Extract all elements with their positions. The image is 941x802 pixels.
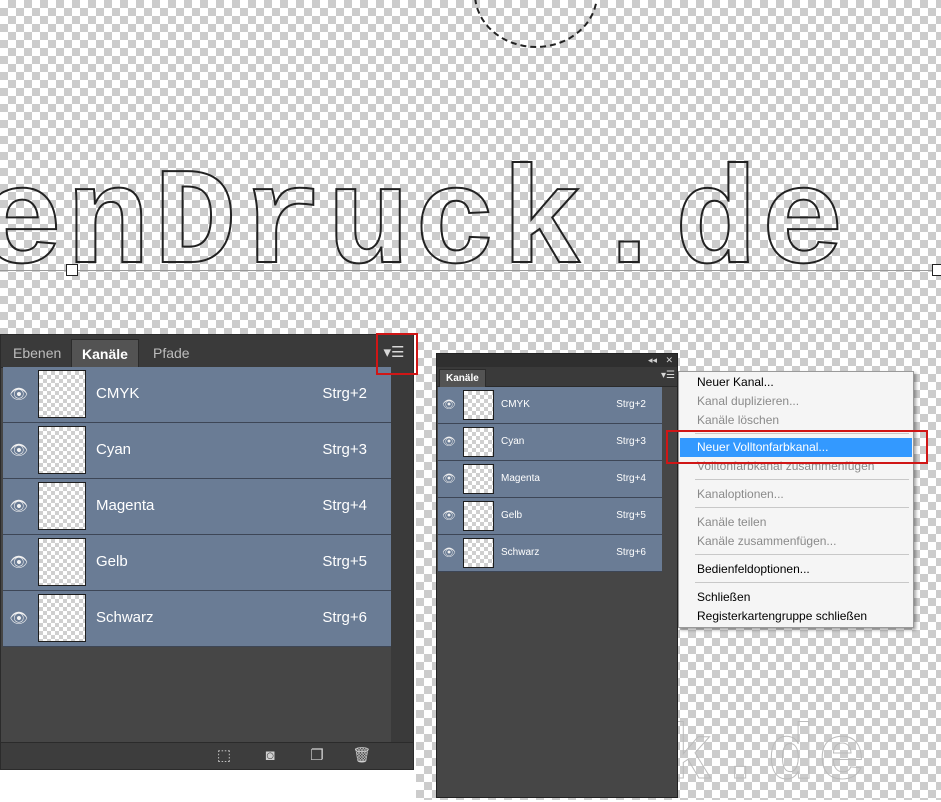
eye-icon[interactable]: 👁 (9, 553, 29, 573)
channel-row-magenta[interactable]: 👁 Magenta Strg+4 (3, 479, 391, 535)
menu-item-registerkartengruppe-schliessen[interactable]: Registerkartengruppe schließen (680, 607, 912, 626)
tab-pfade[interactable]: Pfade (143, 339, 200, 367)
channel-thumbnail (38, 594, 86, 642)
channels-panel-large: Ebenen Kanäle Pfade ▾☰ 👁 CMYK Strg+2 👁 C… (0, 334, 414, 770)
channel-name: Schwarz (501, 547, 540, 558)
new-channel-icon[interactable]: ❐ (306, 746, 328, 766)
panel-menu-icon-small[interactable]: ▾☰ (661, 370, 675, 381)
channel-thumbnail (463, 501, 494, 531)
channel-name: CMYK (501, 399, 530, 410)
transform-handle[interactable] (932, 264, 941, 276)
channel-name: Gelb (501, 510, 523, 521)
panel-bottom-toolbar: ⬚ ◙ ❐ 🗑 (1, 742, 413, 769)
close-icon[interactable]: ✕ (665, 354, 673, 367)
text-selection-outline: enDruck.de (0, 147, 849, 305)
channel-shortcut: Strg+3 (322, 441, 367, 458)
channel-shortcut: Strg+4 (322, 497, 367, 514)
channel-row-cyan[interactable]: 👁 Cyan Strg+3 (438, 424, 662, 461)
eye-icon[interactable]: 👁 (442, 509, 456, 522)
menu-item-kanaele-zusammenfuegen[interactable]: Kanäle zusammenfügen... (680, 532, 912, 551)
eye-icon[interactable]: 👁 (9, 497, 29, 517)
channels-panel-menu: Neuer Kanal... Kanal duplizieren... Kanä… (678, 371, 914, 628)
channel-name: Gelb (96, 553, 128, 570)
channel-name: Cyan (501, 436, 525, 447)
callout-box-menu-button (376, 333, 418, 375)
channel-shortcut: Strg+5 (616, 510, 646, 521)
document-canvas[interactable]: enDruck.de (0, 0, 941, 334)
tab-ebenen[interactable]: Ebenen (3, 339, 71, 367)
channel-thumbnail (463, 464, 494, 494)
channel-shortcut: Strg+2 (322, 385, 367, 402)
text-selection-outline-lower: k.de (665, 714, 870, 802)
load-selection-icon[interactable]: ⬚ (213, 746, 235, 766)
channel-thumbnail (38, 482, 86, 530)
menu-item-kanal-duplizieren[interactable]: Kanal duplizieren... (680, 392, 912, 411)
selection-marquee-circle (474, 0, 598, 48)
channel-name: Cyan (96, 441, 132, 458)
callout-box-menu-item (666, 430, 928, 464)
menu-item-schliessen[interactable]: Schließen (680, 588, 912, 607)
channel-thumbnail (463, 427, 494, 457)
menu-item-neuer-kanal[interactable]: Neuer Kanal... (680, 373, 912, 392)
eye-icon[interactable]: 👁 (9, 441, 29, 461)
panel-scrollbar[interactable] (391, 367, 413, 743)
channel-thumbnail (463, 390, 494, 420)
channel-row-schwarz[interactable]: 👁 Schwarz Strg+6 (438, 535, 662, 572)
eye-icon[interactable]: 👁 (442, 546, 456, 559)
channel-shortcut: Strg+6 (322, 609, 367, 626)
channel-shortcut: Strg+4 (616, 473, 646, 484)
text-baseline (0, 270, 941, 271)
channel-thumbnail (38, 538, 86, 586)
save-selection-icon[interactable]: ◙ (259, 746, 281, 766)
channel-shortcut: Strg+5 (322, 553, 367, 570)
channel-row-gelb[interactable]: 👁 Gelb Strg+5 (438, 498, 662, 535)
panel-tabbar: Ebenen Kanäle Pfade ▾☰ (1, 335, 413, 368)
menu-separator (695, 507, 909, 508)
channel-thumbnail (38, 370, 86, 418)
eye-icon[interactable]: 👁 (442, 472, 456, 485)
channel-shortcut: Strg+6 (616, 547, 646, 558)
menu-item-bedienfeldoptionen[interactable]: Bedienfeldoptionen... (680, 560, 912, 579)
eye-icon[interactable]: 👁 (442, 398, 456, 411)
channel-shortcut: Strg+2 (616, 399, 646, 410)
channels-panel-small: ◂◂ ✕ Kanäle ▾☰ 👁 CMYK Strg+2 👁 Cyan Strg… (436, 353, 678, 798)
menu-separator (695, 582, 909, 583)
delete-channel-icon[interactable]: 🗑 (351, 746, 373, 766)
channel-thumbnail (463, 538, 494, 568)
channel-list: 👁 CMYK Strg+2 👁 Cyan Strg+3 👁 Magenta St… (3, 367, 391, 647)
channel-row-gelb[interactable]: 👁 Gelb Strg+5 (3, 535, 391, 591)
channel-name: CMYK (96, 385, 140, 402)
eye-icon[interactable]: 👁 (9, 385, 29, 405)
menu-separator (695, 479, 909, 480)
channel-row-cmyk[interactable]: 👁 CMYK Strg+2 (3, 367, 391, 423)
channel-name: Magenta (501, 473, 540, 484)
channel-row-magenta[interactable]: 👁 Magenta Strg+4 (438, 461, 662, 498)
menu-item-kanaele-teilen[interactable]: Kanäle teilen (680, 513, 912, 532)
transform-handle[interactable] (66, 264, 78, 276)
panel-tabbar-small: Kanäle ▾☰ (437, 367, 677, 387)
collapse-icon[interactable]: ◂◂ (648, 354, 657, 367)
menu-item-kanaloptionen[interactable]: Kanaloptionen... (680, 485, 912, 504)
channel-list-small: 👁 CMYK Strg+2 👁 Cyan Strg+3 👁 Magenta St… (438, 387, 662, 572)
channel-thumbnail (38, 426, 86, 474)
channel-row-schwarz[interactable]: 👁 Schwarz Strg+6 (3, 591, 391, 647)
menu-separator (695, 554, 909, 555)
tab-kanaele-small[interactable]: Kanäle (439, 369, 486, 387)
menu-item-kanaele-loeschen[interactable]: Kanäle löschen (680, 411, 912, 430)
eye-icon[interactable]: 👁 (442, 435, 456, 448)
eye-icon[interactable]: 👁 (9, 609, 29, 629)
channel-row-cyan[interactable]: 👁 Cyan Strg+3 (3, 423, 391, 479)
channel-shortcut: Strg+3 (616, 436, 646, 447)
panel-titlebar[interactable]: ◂◂ ✕ (437, 354, 677, 367)
channel-name: Schwarz (96, 609, 154, 626)
channel-row-cmyk[interactable]: 👁 CMYK Strg+2 (438, 387, 662, 424)
channel-name: Magenta (96, 497, 155, 514)
tab-kanaele[interactable]: Kanäle (71, 339, 139, 367)
